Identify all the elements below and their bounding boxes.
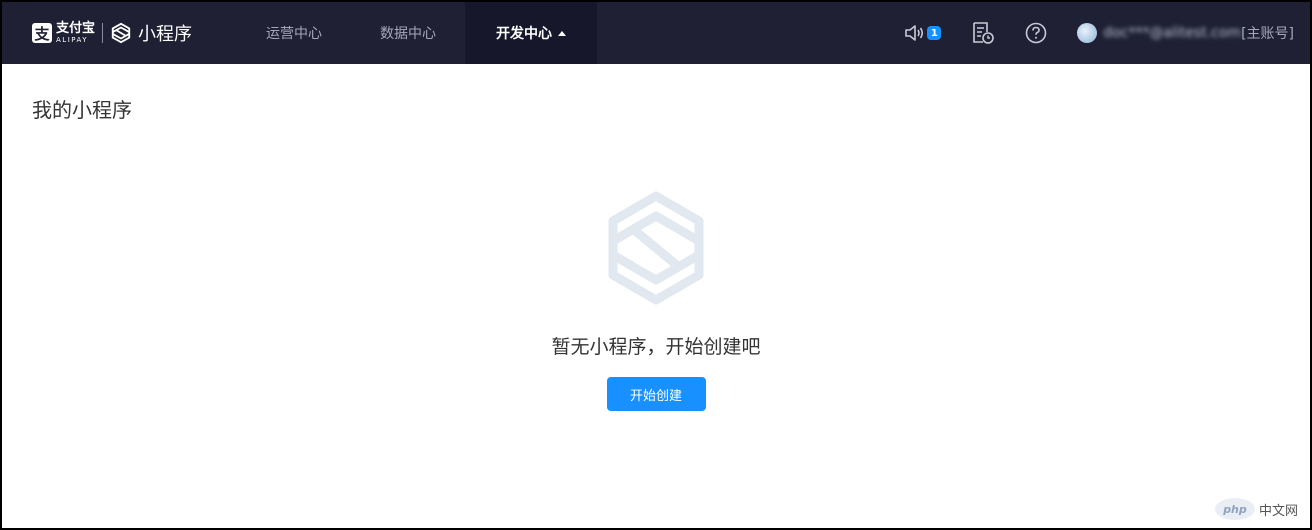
nav-item-label: 数据中心 [380,26,436,42]
nav-item-data[interactable]: 数据中心 [351,2,465,64]
empty-state: 暂无小程序，开始创建吧 开始创建 [2,190,1310,411]
product-title: 小程序 [138,24,193,45]
empty-state-message: 暂无小程序，开始创建吧 [551,336,761,358]
avatar [1077,23,1098,43]
notification-button[interactable]: 1 [904,18,942,48]
nav-item-label: 运营中心 [266,26,322,42]
account-role: [主账号] [1241,26,1294,42]
site-watermark: php 中文网 [1214,498,1298,520]
php-logo-icon: php [1214,498,1255,520]
watermark-text: 中文网 [1258,503,1298,519]
nav-item-operations[interactable]: 运营中心 [237,2,351,64]
start-create-button[interactable]: 开始创建 [606,377,706,411]
alipay-logo-icon: 支 [32,23,52,43]
brand-logo[interactable]: 支 支付宝 ALIPAY 小程序 [2,2,237,64]
nav-item-label: 开发中心 [496,26,552,42]
document-clock-icon [973,22,995,44]
nav-item-development[interactable]: 开发中心 [465,2,597,64]
mini-program-logo-icon [111,22,131,44]
alipay-name-cn: 支付宝 [56,21,96,36]
header-actions: 1 doc***@alitest.com [主账号] [904,2,1310,64]
empty-mini-program-icon [608,191,704,305]
alipay-wordmark: 支付宝 ALIPAY [56,22,95,44]
page-title: 我的小程序 [32,98,132,122]
alipay-name-en: ALIPAY [56,36,89,44]
account-email: doc***@alitest.com [1103,25,1242,41]
help-button[interactable] [1025,18,1047,48]
main-nav: 运营中心 数据中心 开发中心 [237,2,597,64]
account-menu[interactable]: doc***@alitest.com [主账号] [1077,23,1294,43]
caret-up-icon [558,30,566,36]
help-icon [1026,22,1047,44]
speaker-icon [905,25,924,41]
records-button[interactable] [971,18,995,48]
notification-badge: 1 [927,26,942,40]
logo-divider [102,23,104,43]
top-navigation-bar: 支 支付宝 ALIPAY 小程序 运营中心 数据中心 开发中心 1 doc***… [2,2,1310,64]
